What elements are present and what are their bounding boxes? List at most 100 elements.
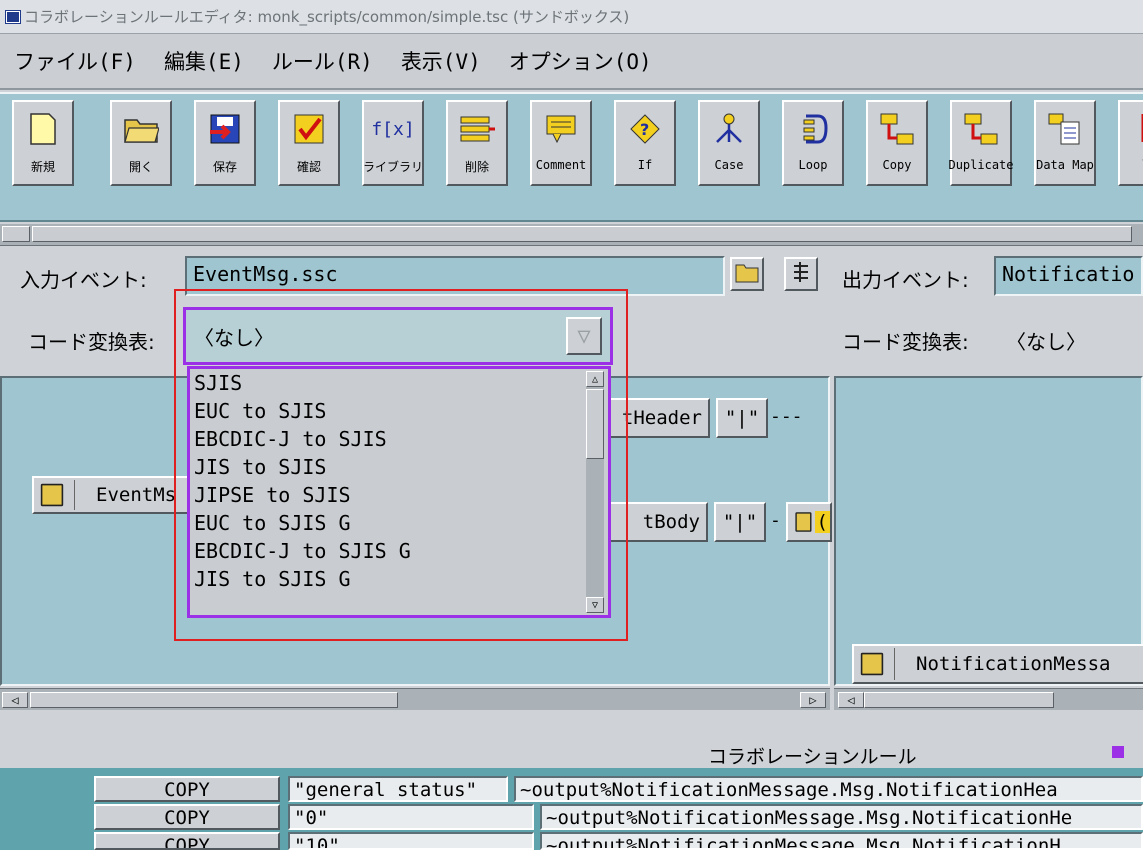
scroll-thumb[interactable]	[32, 226, 1132, 242]
new-button[interactable]: 新規	[12, 100, 74, 186]
menu-rule[interactable]: ルール(R)	[272, 46, 373, 76]
folder-icon	[40, 483, 64, 507]
body-node[interactable]: tBody	[594, 502, 708, 542]
options: SJIS EUC to SJIS EBCDIC-J to SJIS JIS to SJ…	[194, 369, 580, 593]
scroll-right-arrow-icon[interactable]: ▷	[800, 692, 826, 708]
menu-file[interactable]: ファイル(F)	[14, 46, 136, 76]
code-table-right-value[interactable]: 〈なし〉	[1006, 326, 1086, 355]
comment-button[interactable]: Comment	[530, 100, 592, 186]
rule-destination[interactable]: ~output%NotificationMessage.Msg.Notifica…	[540, 804, 1143, 830]
tree-structure-icon	[790, 260, 812, 288]
menu-options[interactable]: オプション(O)	[509, 46, 652, 76]
save-button[interactable]: 保存	[194, 100, 256, 186]
rule-destination[interactable]: ~output%NotificationMessage.Msg.Notifica…	[540, 832, 1143, 850]
check-icon	[291, 110, 327, 148]
open-button[interactable]: 開く	[110, 100, 172, 186]
menu-view[interactable]: 表示(V)	[401, 46, 481, 76]
browse-event-button[interactable]	[730, 257, 764, 291]
menu-edit[interactable]: 編集(E)	[164, 46, 244, 76]
dropdown-option[interactable]: EUC to SJIS G	[194, 509, 580, 537]
rule-op[interactable]: COPY	[94, 804, 280, 830]
scroll-up-arrow-icon[interactable]: △	[586, 371, 604, 387]
dropdown-option[interactable]: JIS to SJIS G	[194, 565, 580, 593]
input-root-label: EventMs	[96, 484, 177, 506]
output-structure-panel: NotificationMessa	[834, 376, 1143, 686]
dropdown-option[interactable]: EBCDIC-J to SJIS	[194, 425, 580, 453]
rules-checkbox[interactable]	[1112, 746, 1124, 758]
data-map-icon	[1047, 110, 1083, 148]
rule-op[interactable]: COPY	[94, 776, 280, 802]
output-root-node[interactable]: NotificationMessa	[852, 644, 1143, 684]
loop-icon	[795, 110, 831, 148]
output-root-label: NotificationMessa	[916, 653, 1111, 675]
body-child-node[interactable]: (	[786, 502, 832, 542]
dropdown-option[interactable]: SJIS	[194, 369, 580, 397]
scroll-left-arrow-icon[interactable]	[2, 226, 30, 242]
folder-icon	[795, 512, 812, 532]
dropdown-option[interactable]: JIS to SJIS	[194, 453, 580, 481]
folder-icon	[860, 652, 884, 676]
rules-table: COPY "general status" ~output%Notificati…	[0, 768, 1143, 850]
rule-source[interactable]: "0"	[288, 804, 534, 830]
comment-icon	[543, 110, 579, 148]
duplicate-icon	[963, 110, 999, 148]
scroll-thumb[interactable]	[864, 692, 1054, 708]
header-node[interactable]: tHeader	[594, 398, 710, 438]
window-title: コラボレーションルールエディタ: monk_scripts/common/sim…	[24, 8, 630, 26]
rule-op[interactable]: COPY	[94, 832, 280, 850]
svg-text:?: ?	[640, 120, 649, 139]
copy-icon	[879, 110, 915, 148]
rule-source[interactable]: "general status"	[288, 776, 508, 802]
function-library-icon: f[x]	[371, 118, 415, 140]
verify-button[interactable]: 確認	[278, 100, 340, 186]
menu-bar: ファイル(F) 編集(E) ルール(R) 表示(V) オプション(O)	[0, 34, 1143, 90]
dropdown-arrow-icon[interactable]: ▽	[566, 317, 602, 355]
right-panel-scrollbar[interactable]: ◁	[834, 688, 1143, 710]
browse-folder-icon	[735, 261, 759, 287]
if-icon: ?	[627, 110, 663, 148]
rules-title: コラボレーションルール	[708, 746, 917, 768]
input-event-field[interactable]: EventMsg.ssc	[185, 256, 725, 296]
data-map-button[interactable]: Data Map	[1034, 100, 1096, 186]
body-delimiter[interactable]: "|"	[714, 502, 766, 542]
if-button[interactable]: ? If	[614, 100, 676, 186]
code-table-options-list: SJIS EUC to SJIS EBCDIC-J to SJIS JIS to SJ…	[187, 366, 611, 618]
left-panel-scrollbar[interactable]: ◁ ▷	[0, 688, 830, 710]
duplicate-button[interactable]: Duplicate	[948, 100, 1014, 186]
code-table-left-label: コード変換表:	[28, 330, 155, 354]
dropdown-option[interactable]: EBCDIC-J to SJIS G	[194, 537, 580, 565]
dropdown-option[interactable]: EUC to SJIS	[194, 397, 580, 425]
output-event-label: 出力イベント:	[842, 268, 969, 292]
options-scrollbar[interactable]: △ ▽	[586, 371, 604, 613]
rule-source[interactable]: "10"	[288, 832, 534, 850]
output-event-field[interactable]: Notificatio	[994, 256, 1143, 296]
window-title-bar: コラボレーションルールエディタ: monk_scripts/common/sim…	[0, 0, 1143, 34]
event-structure-button[interactable]	[784, 257, 818, 291]
input-event-label: 入力イベント:	[20, 268, 147, 292]
header-delimiter[interactable]: "|"	[716, 398, 768, 438]
toolbar-scrollbar[interactable]	[0, 224, 1143, 246]
code-table-selected-value: 〈なし〉	[194, 325, 274, 350]
case-button[interactable]: Case	[698, 100, 760, 186]
delete-icon	[459, 110, 495, 148]
connector-line: -	[770, 510, 781, 531]
code-table-select[interactable]: 〈なし〉 ▽	[183, 307, 613, 365]
save-icon	[207, 110, 243, 148]
list-icon	[1131, 110, 1143, 148]
scroll-left-arrow-icon[interactable]: ◁	[838, 692, 864, 708]
copy-button[interactable]: Copy	[866, 100, 928, 186]
scroll-thumb[interactable]	[586, 389, 604, 459]
input-root-node[interactable]: EventMs	[32, 476, 192, 514]
library-button[interactable]: f[x] ライブラリ	[362, 100, 424, 186]
scroll-thumb[interactable]	[30, 692, 398, 708]
loop-button[interactable]: Loop	[782, 100, 844, 186]
open-folder-icon	[123, 110, 159, 148]
case-icon	[711, 110, 747, 148]
dropdown-option[interactable]: JIPSE to SJIS	[194, 481, 580, 509]
scroll-down-arrow-icon[interactable]: ▽	[586, 597, 604, 613]
delete-button[interactable]: 削除	[446, 100, 508, 186]
new-file-icon	[25, 110, 61, 148]
scroll-left-arrow-icon[interactable]: ◁	[2, 692, 28, 708]
rule-destination[interactable]: ~output%NotificationMessage.Msg.Notifica…	[514, 776, 1143, 802]
list-button[interactable]: li	[1118, 100, 1143, 186]
